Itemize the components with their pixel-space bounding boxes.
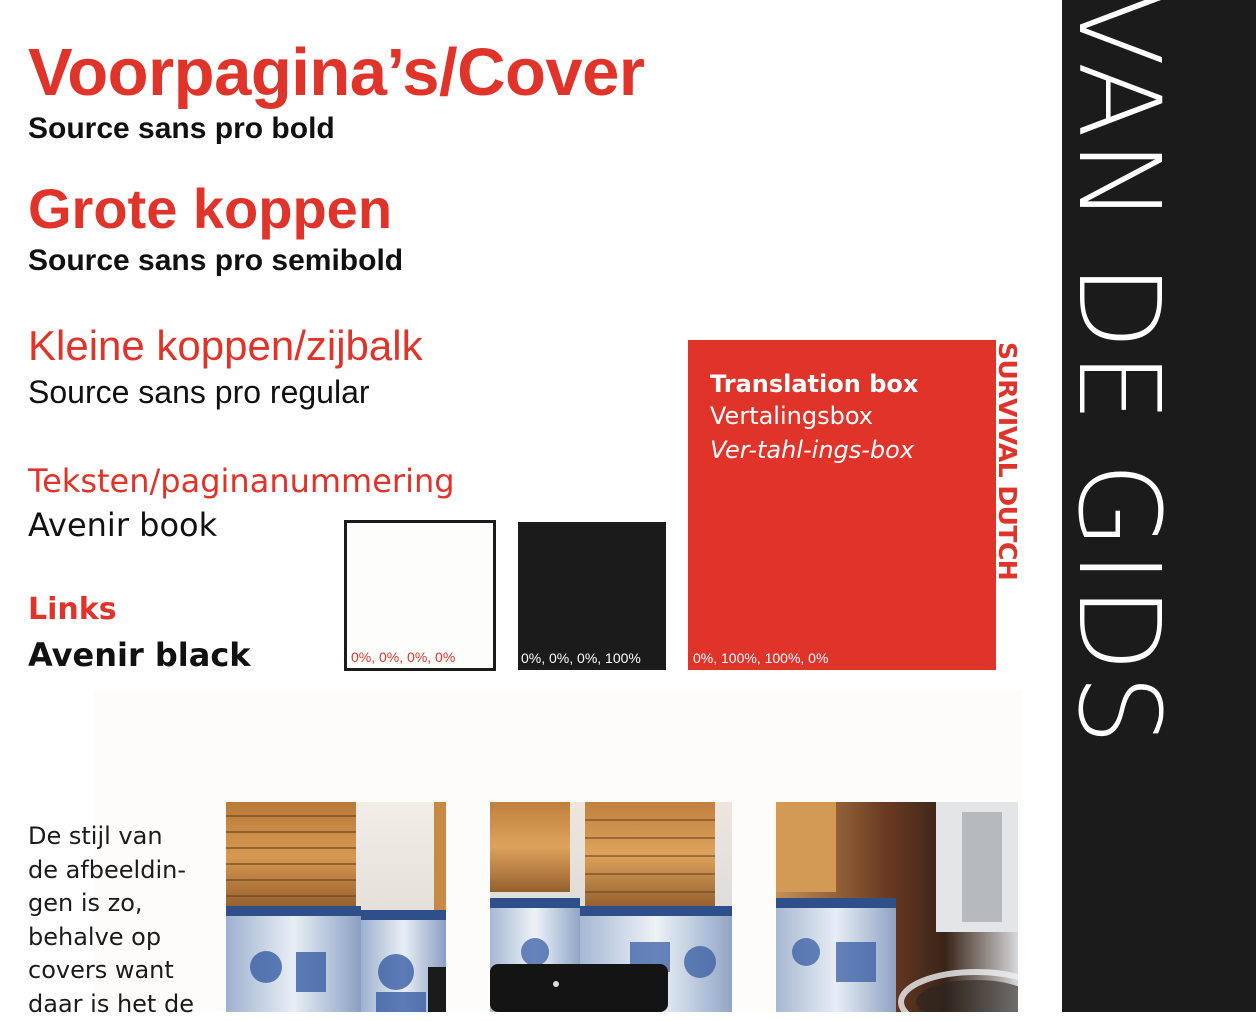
side-band: VAN DE GIDS: [1062, 0, 1256, 1012]
cover-font-name: Source sans pro bold: [28, 112, 335, 146]
note-line: De stijl van: [28, 820, 208, 854]
swatch-white: 0%, 0%, 0%, 0%: [344, 520, 496, 671]
big-heading-sample: Grote koppen: [28, 176, 392, 241]
note-line: covers want: [28, 954, 208, 988]
note-line: de afbeeldin-: [28, 854, 208, 888]
translation-box-dutch: Vertalingsbox: [710, 402, 873, 430]
example-photo-stroopwafel-jars: [226, 802, 446, 1012]
body-text-font-name: Avenir book: [28, 506, 217, 544]
note-line: gen is zo,: [28, 887, 208, 921]
survival-dutch-label: SURVIVAL DUTCH: [993, 342, 1022, 580]
body-text-sample: Teksten/paginanummering: [28, 462, 455, 500]
links-sample: Links: [28, 592, 117, 627]
note-line: daar is het de: [28, 988, 208, 1021]
small-heading-sample: Kleine koppen/zijbalk: [28, 322, 423, 370]
note-line: behalve op: [28, 921, 208, 955]
swatch-red-translation-box: Translation box Vertalingsbox Ver-tahl-i…: [688, 340, 996, 670]
small-heading-font-name: Source sans pro regular: [28, 374, 370, 411]
swatch-red-label: 0%, 100%, 100%, 0%: [693, 650, 828, 666]
cover-heading-sample: Voorpagina’s/Cover: [28, 34, 644, 111]
big-heading-font-name: Source sans pro semibold: [28, 244, 403, 278]
image-style-note: De stijl van de afbeeldin- gen is zo, be…: [28, 820, 208, 1021]
example-photo-stroopwafel-closeup: [490, 802, 732, 1012]
swatch-black-label: 0%, 0%, 0%, 100%: [521, 650, 641, 666]
example-photo-shop-interior: [776, 802, 1018, 1012]
side-title: VAN DE GIDS: [1062, 0, 1174, 747]
swatch-black: 0%, 0%, 0%, 100%: [518, 522, 666, 670]
swatch-white-label: 0%, 0%, 0%, 0%: [351, 649, 455, 665]
links-font-name: Avenir black: [28, 636, 251, 674]
translation-box-title: Translation box: [710, 370, 918, 398]
translation-box-pronunciation: Ver-tahl-ings-box: [710, 436, 914, 464]
